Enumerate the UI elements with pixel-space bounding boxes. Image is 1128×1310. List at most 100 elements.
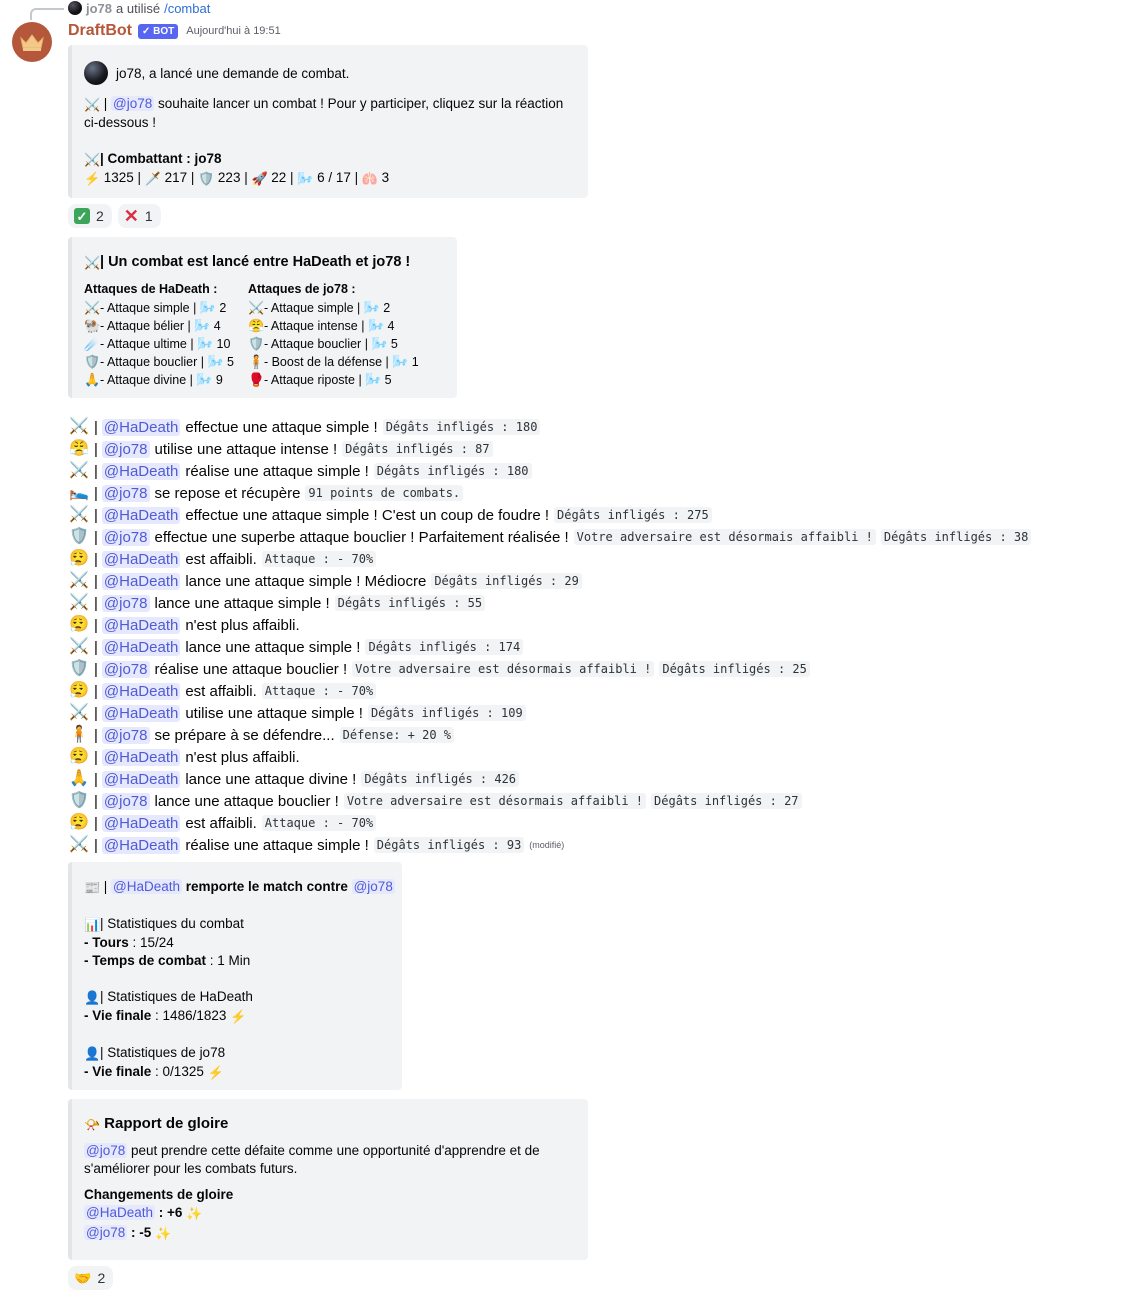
player-mention[interactable]: @jo78 <box>101 440 150 458</box>
reaction-handshake[interactable]: 🤝 2 <box>68 1266 114 1290</box>
attack-row: 🐏 - Attaque bélier | 🌬️ 4 <box>84 317 234 335</box>
crossed-swords-icon: ⚔️ <box>69 704 89 721</box>
combat-log-line: ⚔️ | @HaDeath lance une attaque simple ! Dég… <box>68 636 1031 658</box>
combat-action-text: réalise une attaque simple ! <box>185 836 369 854</box>
player-mention[interactable]: @HaDeath <box>101 704 181 722</box>
angry-face-icon: 😤 <box>69 440 89 457</box>
separator: | <box>94 814 98 832</box>
reply-username[interactable]: jo78 <box>86 1 112 16</box>
combat-action-text: utilise une attaque simple ! <box>185 704 363 722</box>
glory-change-1: @HaDeath : +6 ✨ <box>84 1204 572 1224</box>
player-mention[interactable]: @HaDeath <box>101 770 181 788</box>
separator: | <box>94 638 98 656</box>
wind-icon: 🌬️ <box>207 354 224 369</box>
crossed-swords-icon: ⚔️ <box>69 462 89 479</box>
wind-icon: 🌬️ <box>196 372 213 387</box>
attack-cost: 2 <box>383 301 391 315</box>
player-mention[interactable]: @jo78 <box>101 594 150 612</box>
reaction-count: 1 <box>144 208 153 224</box>
combat-result-code: Dégâts infligés : 180 <box>373 463 532 479</box>
reaction-accept[interactable]: ✓ 2 <box>68 204 112 228</box>
stat-defense: 223 | <box>217 170 248 185</box>
mention-hadeath[interactable]: @HaDeath <box>84 1205 155 1220</box>
player-mention[interactable]: @jo78 <box>101 792 150 810</box>
attacks-hadeath: Attaques de HaDeath : ⚔️ - Attaque simple… <box>84 282 234 389</box>
praying-hands-icon: 🙏 <box>69 770 89 787</box>
standing-person-icon: 🧍 <box>69 726 89 743</box>
player-mention[interactable]: @HaDeath <box>101 682 181 700</box>
crossed-swords-icon: ⚔️ <box>84 152 101 167</box>
weakened-face-icon: 😮‍💨 <box>69 682 89 699</box>
timestamp[interactable]: Aujourd'hui à 19:51 <box>186 25 280 37</box>
crossed-swords-icon: ⚔️ <box>69 594 89 611</box>
person-silhouette-icon: 👤 <box>84 1046 101 1061</box>
player-mention[interactable]: @jo78 <box>101 660 150 678</box>
combat-action-text: lance une attaque divine ! <box>185 770 357 788</box>
player-mention[interactable]: @HaDeath <box>101 638 181 656</box>
mention-jo78[interactable]: @jo78 <box>84 1225 128 1240</box>
p1-stats-title: 👤| Statistiques de HaDeath <box>84 988 386 1007</box>
combat-log-line: 🛌 | @jo78 se repose et récupère 91 points de… <box>68 482 1031 504</box>
attack-row: ☄️ - Attaque ultime | 🌬️ 10 <box>84 335 234 353</box>
crossed-swords-icon: ⚔️ <box>84 97 101 112</box>
player-mention[interactable]: @HaDeath <box>101 506 181 524</box>
combat-action-text: effectue une superbe attaque bouclier ! … <box>154 528 569 546</box>
attack-name: - Attaque simple | <box>263 301 361 315</box>
p2-title-text: | Statistiques de jo78 <box>100 1045 226 1060</box>
player-mention[interactable]: @HaDeath <box>101 616 181 634</box>
separator: | <box>94 484 98 502</box>
embed-author-name: jo78, a lancé une demande de combat. <box>116 65 350 81</box>
combat-result-code: Dégâts infligés : 29 <box>431 573 582 589</box>
combat-action-text: lance une attaque simple ! Médiocre <box>185 572 427 590</box>
glory-change-2: @jo78 : -5 ✨ <box>84 1224 572 1244</box>
mention-jo78[interactable]: @jo78 <box>111 96 155 111</box>
shield-icon: 🛡️ <box>69 792 89 809</box>
crossed-swords-icon: ⚔️ <box>69 572 89 589</box>
mention-jo78[interactable]: @jo78 <box>351 879 395 894</box>
combat-log-line: 🧍 | @jo78 se prépare à se défendre... Défens… <box>68 724 1031 746</box>
attack-name: - Attaque simple | <box>100 301 197 315</box>
wind-icon: 🌬️ <box>365 372 382 387</box>
reaction-decline[interactable]: ✕ 1 <box>117 204 161 228</box>
mention-hadeath[interactable]: @HaDeath <box>111 879 183 894</box>
shield-icon: 🛡️ <box>198 171 215 186</box>
wind-icon: 🌬️ <box>199 300 217 315</box>
reply-command[interactable]: /combat <box>164 1 210 16</box>
separator: | <box>94 440 98 458</box>
mention-jo78[interactable]: @jo78 <box>84 1143 128 1158</box>
lungs-icon: 🫁 <box>361 171 379 186</box>
separator: | <box>94 792 98 810</box>
reply-used-text: a utilisé <box>116 0 161 16</box>
player-mention[interactable]: @HaDeath <box>101 550 181 568</box>
combat-log-line: ⚔️ | @HaDeath réalise une attaque simple ! D… <box>68 460 1031 482</box>
player-mention[interactable]: @HaDeath <box>101 836 181 854</box>
player-mention[interactable]: @jo78 <box>101 484 150 502</box>
crossed-swords-icon: ⚔️ <box>84 255 101 270</box>
wind-icon: 🌬️ <box>197 336 214 351</box>
player-mention[interactable]: @HaDeath <box>101 572 181 590</box>
combat-log-line: 😮‍💨 | @HaDeath n'est plus affaibli. <box>68 746 1031 768</box>
fighter-label: | Combattant : jo78 <box>100 151 222 166</box>
player-mention[interactable]: @jo78 <box>101 726 150 744</box>
bot-badge: ✓ BOT <box>138 23 179 39</box>
player-mention[interactable]: @HaDeath <box>101 814 181 832</box>
crossed-swords-icon: ⚔️ <box>69 638 89 655</box>
combat-result-code: 91 points de combats. <box>305 485 464 501</box>
combat-action-text: est affaibli. <box>185 682 257 700</box>
combat-result-code: Dégâts infligés : 55 <box>334 595 486 611</box>
player-mention[interactable]: @HaDeath <box>101 748 181 766</box>
separator: | <box>94 770 98 788</box>
separator: | <box>103 96 108 111</box>
separator: | <box>94 506 98 524</box>
combat-result-code: Dégâts infligés : 38 <box>880 529 1032 545</box>
bot-avatar[interactable] <box>12 22 52 62</box>
reply-reference[interactable]: jo78 a utilisé /combat <box>68 0 210 16</box>
bot-name[interactable]: DraftBot <box>68 22 132 40</box>
combat-result-code: Dégâts infligés : 109 <box>367 705 526 721</box>
player-mention[interactable]: @HaDeath <box>101 462 181 480</box>
player-mention[interactable]: @HaDeath <box>101 418 181 436</box>
player-mention[interactable]: @jo78 <box>101 528 150 546</box>
crossed-swords-icon: ⚔️ <box>69 836 89 853</box>
edited-marker: (modifié) <box>529 840 565 850</box>
sparkles-icon: ✨ <box>155 1226 172 1241</box>
